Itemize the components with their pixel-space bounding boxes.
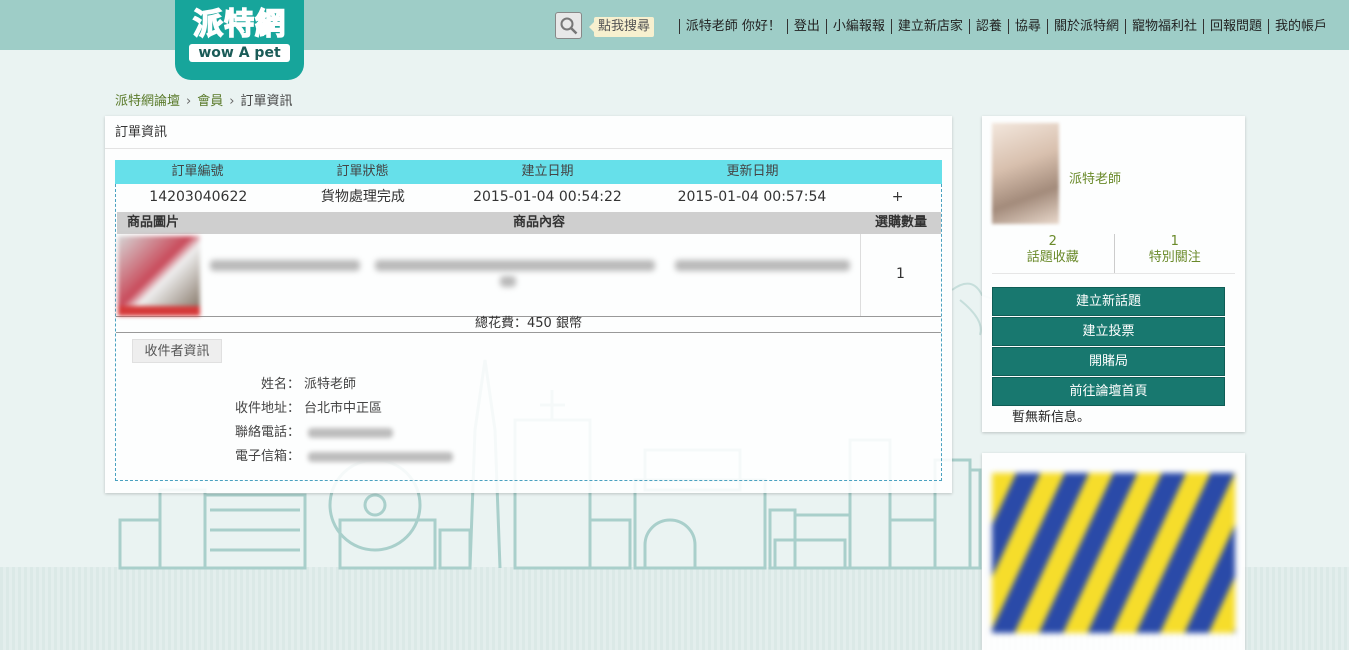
logo-english-text: wow A pet (189, 44, 290, 62)
search-tooltip: 點我搜尋 (588, 17, 655, 37)
stat-special-follow[interactable]: 1 特別關注 (1113, 234, 1236, 273)
search-icon (560, 17, 578, 35)
stat-topic-favorites[interactable]: 2 話題收藏 (992, 234, 1114, 273)
new-poll-button[interactable]: 建立投票 (992, 317, 1225, 346)
user-name[interactable]: 派特老師 (1069, 168, 1121, 187)
order-total: 總花費：450 銀幣 (116, 316, 941, 332)
no-new-messages: 暫無新信息。 (1012, 410, 1091, 425)
breadcrumb-separator: › (186, 94, 192, 109)
nav-adopt[interactable]: 認養 (968, 19, 1008, 34)
receiver-address-label: 收件地址： (234, 401, 300, 416)
breadcrumb-current: 訂單資訊 (240, 94, 293, 109)
avatar[interactable] (992, 123, 1059, 224)
receiver-email-blurred (308, 451, 453, 462)
receiver-phone-label: 聯絡電話： (234, 425, 300, 440)
breadcrumb: 派特網論壇 › 會員 › 訂單資訊 (115, 90, 292, 109)
nav-logout[interactable]: 登出 (786, 19, 826, 34)
breadcrumb-forum[interactable]: 派特網論壇 (115, 94, 180, 109)
order-info-panel: 訂單資訊 訂單編號 訂單狀態 建立日期 更新日期 14203040622 貨物處… (105, 116, 952, 493)
order-row: 14203040622 貨物處理完成 2015-01-04 00:54:22 2… (116, 184, 941, 212)
product-quantity: 1 (860, 234, 940, 316)
user-stats: 2 話題收藏 1 特別關注 (992, 234, 1235, 274)
nav-create-shop[interactable]: 建立新店家 (890, 19, 969, 34)
receiver-phone-blurred (308, 427, 393, 438)
stat-label: 話題收藏 (1026, 250, 1079, 265)
order-updated: 2015-01-04 00:57:54 (677, 189, 827, 205)
order-detail: 14203040622 貨物處理完成 2015-01-04 00:54:22 2… (115, 184, 942, 481)
header-created-date: 建立日期 (521, 164, 574, 179)
nav-find-pet[interactable]: 協尋 (1007, 19, 1047, 34)
order-number: 14203040622 (149, 189, 248, 205)
receiver-email-label: 電子信箱： (234, 449, 300, 464)
product-description-blurred (200, 234, 860, 316)
nav-editor-news[interactable]: 小編報報 (825, 19, 891, 34)
ad-image[interactable] (992, 473, 1235, 633)
stat-label: 特別關注 (1148, 250, 1201, 265)
header-item-content: 商品內容 (512, 215, 565, 230)
stat-value: 2 (1048, 234, 1057, 249)
panel-title: 訂單資訊 (105, 116, 952, 149)
nav-pet-shop[interactable]: 寵物福利社 (1124, 19, 1203, 34)
order-status: 貨物處理完成 (320, 189, 405, 205)
item-row: 1 (116, 234, 941, 316)
receiver-section: 收件者資訊 姓名： 派特老師 收件地址： 台北市中正區 聯絡電話： 電子信箱： (116, 332, 941, 472)
product-image[interactable] (118, 236, 200, 316)
breadcrumb-separator: › (229, 94, 235, 109)
search-button[interactable] (555, 12, 582, 39)
new-topic-button[interactable]: 建立新話題 (992, 287, 1225, 316)
receiver-name-label: 姓名： (260, 377, 300, 392)
receiver-info-button[interactable]: 收件者資訊 (132, 339, 222, 363)
items-table-header: 商品圖片 商品內容 選購數量 (117, 212, 941, 234)
receiver-name-row: 姓名： 派特老師 (116, 373, 356, 392)
order-table: 訂單編號 訂單狀態 建立日期 更新日期 14203040622 貨物處理完成 2… (115, 160, 942, 481)
receiver-address: 台北市中正區 (304, 401, 383, 416)
nav-greeting[interactable]: 派特老師 你好！ (678, 19, 787, 34)
receiver-email-row: 電子信箱： (116, 445, 453, 464)
header-item-image: 商品圖片 (127, 215, 180, 230)
receiver-name: 派特老師 (304, 377, 357, 392)
expand-toggle[interactable]: + (854, 184, 941, 212)
header-order-number: 訂單編號 (171, 164, 224, 179)
top-nav-menu: 派特老師 你好！ 登出 小編報報 建立新店家 認養 協尋 關於派特網 寵物福利社… (678, 19, 1333, 34)
nav-report-issue[interactable]: 回報問題 (1202, 19, 1268, 34)
header-updated-date: 更新日期 (726, 164, 779, 179)
breadcrumb-member[interactable]: 會員 (197, 94, 223, 109)
receiver-phone-row: 聯絡電話： (116, 421, 393, 440)
nav-about[interactable]: 關於派特網 (1046, 19, 1125, 34)
header-item-qty: 選購數量 (874, 215, 927, 230)
advertisement-panel (982, 453, 1245, 650)
stat-value: 1 (1170, 234, 1179, 249)
user-sidebar: 派特老師 2 話題收藏 1 特別關注 建立新話題 建立投票 開賭局 前往論壇首頁… (982, 116, 1245, 432)
header-order-status: 訂單狀態 (336, 164, 389, 179)
open-bet-button[interactable]: 開賭局 (992, 347, 1225, 376)
order-created: 2015-01-04 00:54:22 (473, 189, 622, 205)
nav-my-account[interactable]: 我的帳戶 (1267, 19, 1333, 34)
receiver-address-row: 收件地址： 台北市中正區 (116, 397, 382, 416)
order-table-header: 訂單編號 訂單狀態 建立日期 更新日期 (115, 160, 942, 184)
logo-chinese-text: 派特網 (192, 7, 286, 43)
site-logo[interactable]: 派特網 wow A pet (175, 0, 304, 80)
forum-home-button[interactable]: 前往論壇首頁 (992, 377, 1225, 406)
